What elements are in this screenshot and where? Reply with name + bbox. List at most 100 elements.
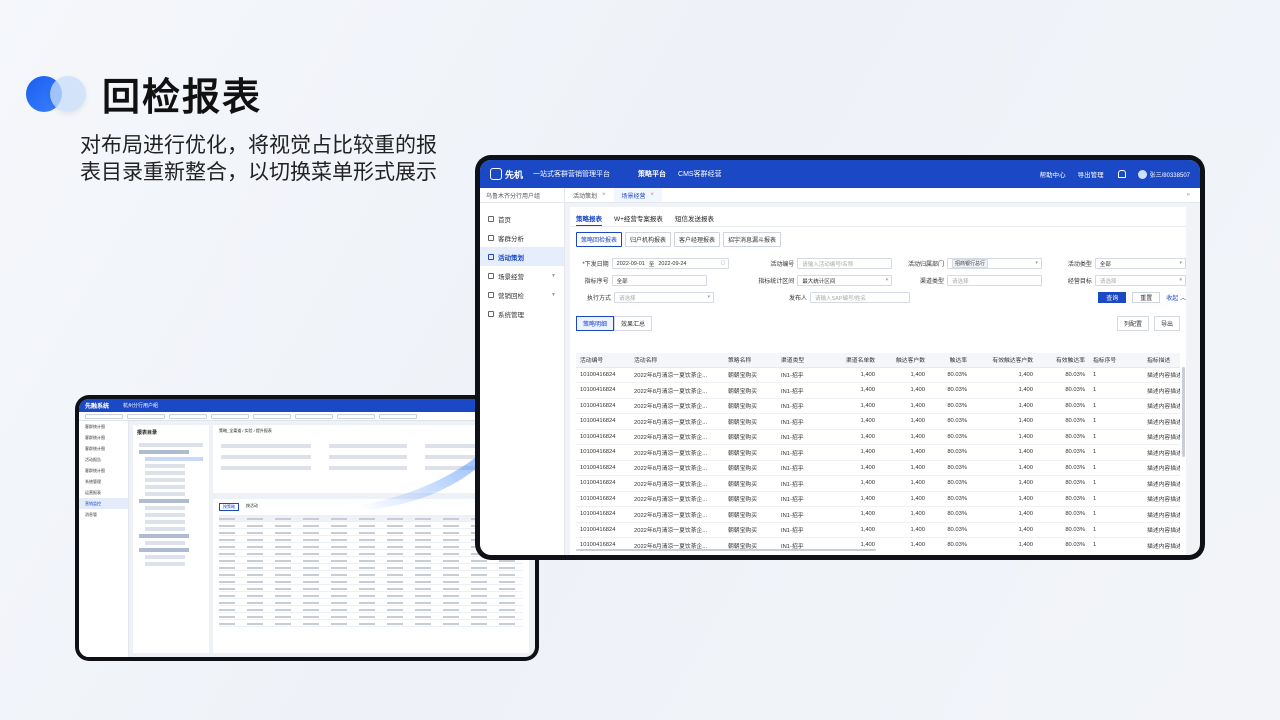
table-cell: 描述内容描述内容: [1143, 444, 1180, 461]
table-cell: 1,400: [879, 444, 929, 461]
table-row[interactable]: 10100416824 2022年8月清凉一夏饮茶企... 朝朝宝购买 IN1-招乎 1…: [576, 429, 1180, 445]
tabs-more-icon[interactable]: »: [1187, 192, 1190, 198]
table-row[interactable]: 10100416824 2022年8月清凉一夏饮茶企... 朝朝宝购买 IN1-招乎 1…: [576, 491, 1180, 507]
goal-select[interactable]: 请选择 ▾: [1094, 275, 1187, 286]
sidebar-item-scene-operation[interactable]: 场景经营 ▼: [480, 266, 564, 285]
tab-strategy-detail[interactable]: 策略明细: [576, 316, 615, 331]
export-manager-link[interactable]: 导出管理: [1078, 169, 1104, 179]
tab-activity-planning[interactable]: 活动策划 ×: [565, 188, 614, 202]
sidebar-label: 场景经营: [498, 273, 524, 281]
table-cell: 2022年8月清凉一夏饮茶企...: [630, 506, 724, 523]
help-center-link[interactable]: 帮助中心: [1040, 169, 1066, 179]
old-menu-item[interactable]: 运营报表: [79, 487, 128, 498]
column-header[interactable]: 渠道名单数: [829, 353, 879, 368]
collapse-link[interactable]: 收起 ︿: [1166, 293, 1186, 302]
column-header[interactable]: 触达率: [929, 353, 971, 368]
old-org-selector[interactable]: 杭州分行用户组: [123, 402, 158, 409]
export-button[interactable]: 导出: [1153, 316, 1180, 331]
table-cell: 1,400: [879, 537, 929, 549]
close-icon[interactable]: ×: [651, 192, 655, 198]
column-config-button[interactable]: 列配置: [1116, 316, 1149, 331]
table-cell: 80.03%: [1037, 413, 1089, 430]
chip-strategy-review[interactable]: 策略回检报表: [576, 232, 623, 247]
exec-select[interactable]: 请选择 ▾: [614, 292, 714, 303]
table-row[interactable]: 10100416824 2022年8月清凉一夏饮茶企... 朝朝宝购买 IN1-招乎 1…: [576, 367, 1180, 383]
query-button[interactable]: 查询: [1098, 292, 1127, 303]
title-dot-glass-icon: [50, 75, 86, 112]
tab-scene-operation[interactable]: 场景经营 ×: [613, 188, 663, 202]
avatar-icon[interactable]: [1137, 169, 1147, 179]
report-tabs: 策略报表 W+经营专案报表 短信发送报表: [570, 207, 1186, 227]
tab-w-project-report[interactable]: W+经营专案报表: [614, 213, 663, 226]
horizontal-scrollbar[interactable]: [576, 549, 876, 551]
old-menu-item[interactable]: 营销监控: [79, 498, 128, 509]
table-cell: 1,400: [829, 475, 879, 492]
publisher-input[interactable]: 请输入SAP编号/姓名: [810, 292, 910, 303]
old-menu-item[interactable]: 消息管: [79, 509, 128, 520]
user-name[interactable]: 张三/80338507: [1150, 170, 1190, 179]
sidebar-item-marketing-review[interactable]: 营销回检 ▼: [480, 285, 564, 304]
table-cell: 80.03%: [929, 537, 971, 549]
table-row[interactable]: 10100416824 2022年8月清凉一夏饮茶企... 朝朝宝购买 IN1-招乎 1…: [576, 444, 1180, 461]
column-header[interactable]: 触达客户数: [879, 353, 929, 368]
old-menu-item[interactable]: 系统管理: [79, 476, 128, 487]
column-header[interactable]: 活动编号: [576, 353, 630, 368]
nav-cms[interactable]: CMS客群经营: [672, 169, 728, 179]
table-row[interactable]: 10100416824 2022年8月清凉一夏饮茶企... 朝朝宝购买 IN1-招乎 1…: [576, 522, 1180, 538]
column-header[interactable]: 活动名称: [630, 353, 724, 368]
chip-funnel-report[interactable]: 招宇消息漏斗报表: [723, 232, 782, 247]
home-icon: [488, 215, 494, 222]
sidebar-item-system[interactable]: 系统管理: [480, 304, 564, 323]
vertical-scrollbar[interactable]: [1182, 367, 1185, 457]
close-icon[interactable]: ×: [602, 192, 606, 198]
table-row[interactable]: 10100416824 2022年8月清凉一夏饮茶企... 朝朝宝购买 IN1-招乎 1…: [576, 398, 1180, 414]
column-header[interactable]: 指标序号: [1089, 353, 1143, 368]
tab-strategy-report[interactable]: 策略报表: [576, 213, 602, 226]
old-menu-item[interactable]: 客群统计图: [79, 432, 128, 443]
old-tab[interactable]: 按活动: [243, 503, 261, 511]
stat-select[interactable]: 最大统计区间 ▾: [797, 275, 893, 286]
column-header[interactable]: 策略名称: [724, 353, 777, 368]
table-row[interactable]: 10100416824 2022年8月清凉一夏饮茶企... 朝朝宝购买 IN1-招乎 1…: [576, 475, 1180, 492]
column-header[interactable]: 渠道类型: [777, 353, 829, 368]
tab-effect-summary[interactable]: 效果汇总: [614, 316, 653, 331]
column-header[interactable]: 指标描述: [1143, 353, 1180, 368]
channel-select[interactable]: 请选择: [947, 275, 1042, 286]
type-select[interactable]: 全部 ▾: [1094, 258, 1187, 269]
table-row[interactable]: 10100416824 2022年8月清凉一夏饮茶企... 朝朝宝购买 IN1-招乎 1…: [576, 460, 1180, 476]
table-row[interactable]: 10100416824 2022年8月清凉一夏饮茶企... 朝朝宝购买 IN1-招乎 1…: [576, 413, 1180, 430]
gear-icon: [488, 310, 494, 317]
table-row[interactable]: 10100416824 2022年8月清凉一夏饮茶企... 朝朝宝购买 IN1-招乎 1…: [576, 506, 1180, 523]
old-menu-item[interactable]: 客群统计图: [79, 421, 128, 432]
old-menu-item[interactable]: 客群统计图: [79, 465, 128, 476]
indicator-select[interactable]: 全部: [611, 275, 707, 286]
bell-icon[interactable]: [1117, 170, 1126, 178]
old-menu-item[interactable]: 活动报告: [79, 454, 128, 465]
table-row[interactable]: 10100416824 2022年8月清凉一夏饮茶企... 朝朝宝购买 IN1-招乎 1…: [576, 382, 1180, 399]
sidebar-item-home[interactable]: 首页: [480, 209, 564, 228]
old-menu-item[interactable]: 客群统计图: [79, 443, 128, 454]
org-selector[interactable]: 乌鲁木齐分行用户组: [480, 188, 565, 202]
table-cell: 朝朝宝购买: [724, 444, 777, 461]
table-cell: 描述内容描述内容: [1143, 522, 1180, 538]
reset-button[interactable]: 重置: [1132, 292, 1161, 303]
chip-org-report[interactable]: 归户机构报表: [625, 232, 672, 247]
slide-title-group: 回检报表: [26, 66, 262, 121]
sidebar-item-activity-planning[interactable]: 活动策划: [480, 247, 564, 266]
sidebar-item-customer-analysis[interactable]: 客群分析: [480, 228, 564, 247]
column-header[interactable]: 有效触达客户数: [971, 353, 1037, 368]
dept-tag[interactable]: 招商银行总行: [952, 259, 989, 268]
table-cell: 10100416824: [576, 475, 630, 492]
activity-no-input[interactable]: 请输入活动编号/名称: [797, 258, 893, 269]
chip-manager-report[interactable]: 客户经理报表: [674, 232, 721, 247]
app-logo[interactable]: 先机: [490, 168, 523, 181]
dept-select[interactable]: 招商银行总行 ▾: [947, 258, 1042, 269]
old-tab[interactable]: 按策略: [219, 503, 239, 511]
nav-strategy-platform[interactable]: 策略平台: [632, 169, 672, 179]
table-cell: 10100416824: [576, 413, 630, 430]
table-row[interactable]: 10100416824 2022年8月清凉一夏饮茶企... 朝朝宝购买 IN1-招乎 1…: [576, 537, 1180, 549]
tab-sms-report[interactable]: 短信发送报表: [675, 213, 714, 226]
column-header[interactable]: 有效触达率: [1037, 353, 1089, 368]
table-cell: 1: [1089, 522, 1143, 538]
date-range-input[interactable]: 2022-09-01 至 2022-09-24 ▢: [611, 258, 730, 269]
